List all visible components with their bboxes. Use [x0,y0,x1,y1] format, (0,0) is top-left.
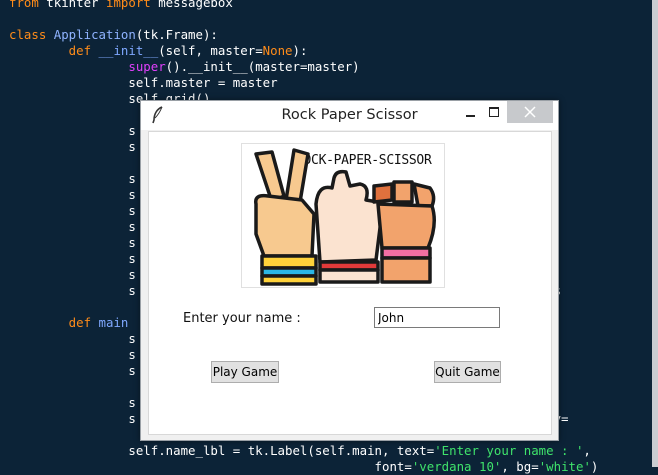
code-line: s [9,362,136,379]
code-token: __init__ [98,43,159,58]
code-token: 'Enter your name : ' [434,443,584,458]
play-game-button[interactable]: Play Game [211,361,279,383]
code-line: self.name_lbl = tk.Label(self.main, text… [9,442,591,459]
rock-paper-scissor-hands-icon: ROCK-PAPER-SCISSOR [254,148,436,286]
logo-text: ROCK-PAPER-SCISSOR [296,153,432,168]
minimize-icon [466,115,475,117]
window-titlebar[interactable]: Rock Paper Scissor [141,101,558,130]
code-token: s [9,187,136,202]
code-line: s [9,346,136,363]
code-line: s [9,170,136,187]
maximize-icon [489,107,499,117]
code-line: class Application(tk.Frame): [9,26,218,43]
code-token: main [98,315,129,330]
code-token: None [262,43,293,58]
code-line: s [9,122,136,139]
code-line: def main [9,314,129,331]
code-token: messagebox [150,0,233,10]
name-input[interactable] [374,307,500,328]
tk-window: Rock Paper Scissor ROCK-PAPER-SCISSOR En… [140,100,559,441]
code-token: s [9,347,136,362]
code-token: self.master = master [9,75,278,90]
minimize-button[interactable] [459,101,481,123]
code-line: super().__init__(master=master) [9,58,360,75]
close-button[interactable] [507,101,553,123]
code-line: s [9,202,136,219]
code-line: s [9,186,136,203]
game-logo: ROCK-PAPER-SCISSOR [241,143,445,288]
editor-scrollbar[interactable] [652,0,658,467]
maximize-button[interactable] [481,101,507,123]
code-line: s [9,138,136,155]
code-line: s [9,218,136,235]
code-token: tkinter [38,0,106,10]
code-token: (self, master= [158,43,263,58]
name-label: Enter your name : [183,311,301,326]
code-line: self.master = master [9,74,278,91]
code-token: s [9,267,136,282]
code-token: s [9,219,136,234]
quit-game-button[interactable]: Quit Game [434,361,501,383]
code-token: s [9,203,136,218]
code-token: def [9,43,99,58]
code-token: Application [53,27,136,42]
code-token: import [105,0,151,10]
code-token: super [128,59,166,74]
close-icon [524,106,536,118]
main-frame: ROCK-PAPER-SCISSOR Enter your name: Joh… [148,131,552,435]
code-token: , [583,443,591,458]
code-token: (tk.Frame): [135,27,218,42]
code-token: ().__init__(master=master) [165,59,360,74]
code-token: def [9,315,99,330]
code-line: s [9,266,136,283]
code-token: s [9,363,136,378]
code-line: s [9,250,136,267]
code-token: ): [292,43,308,58]
code-token: s [9,235,136,250]
code-token: from [9,0,39,10]
code-token: self.name_lbl = tk.Label(self.main, text… [9,443,435,458]
code-token: s [9,123,136,138]
code-token: s [9,171,136,186]
code-token: class [9,27,54,42]
code-line: from tkinter import messagebox [9,0,233,11]
code-line: s [9,394,136,411]
code-line: def __init__(self, master=None): [9,42,308,59]
code-token: s [9,251,136,266]
code-token: s [9,139,136,154]
code-line: s [9,234,136,251]
code-token: s [9,395,136,410]
